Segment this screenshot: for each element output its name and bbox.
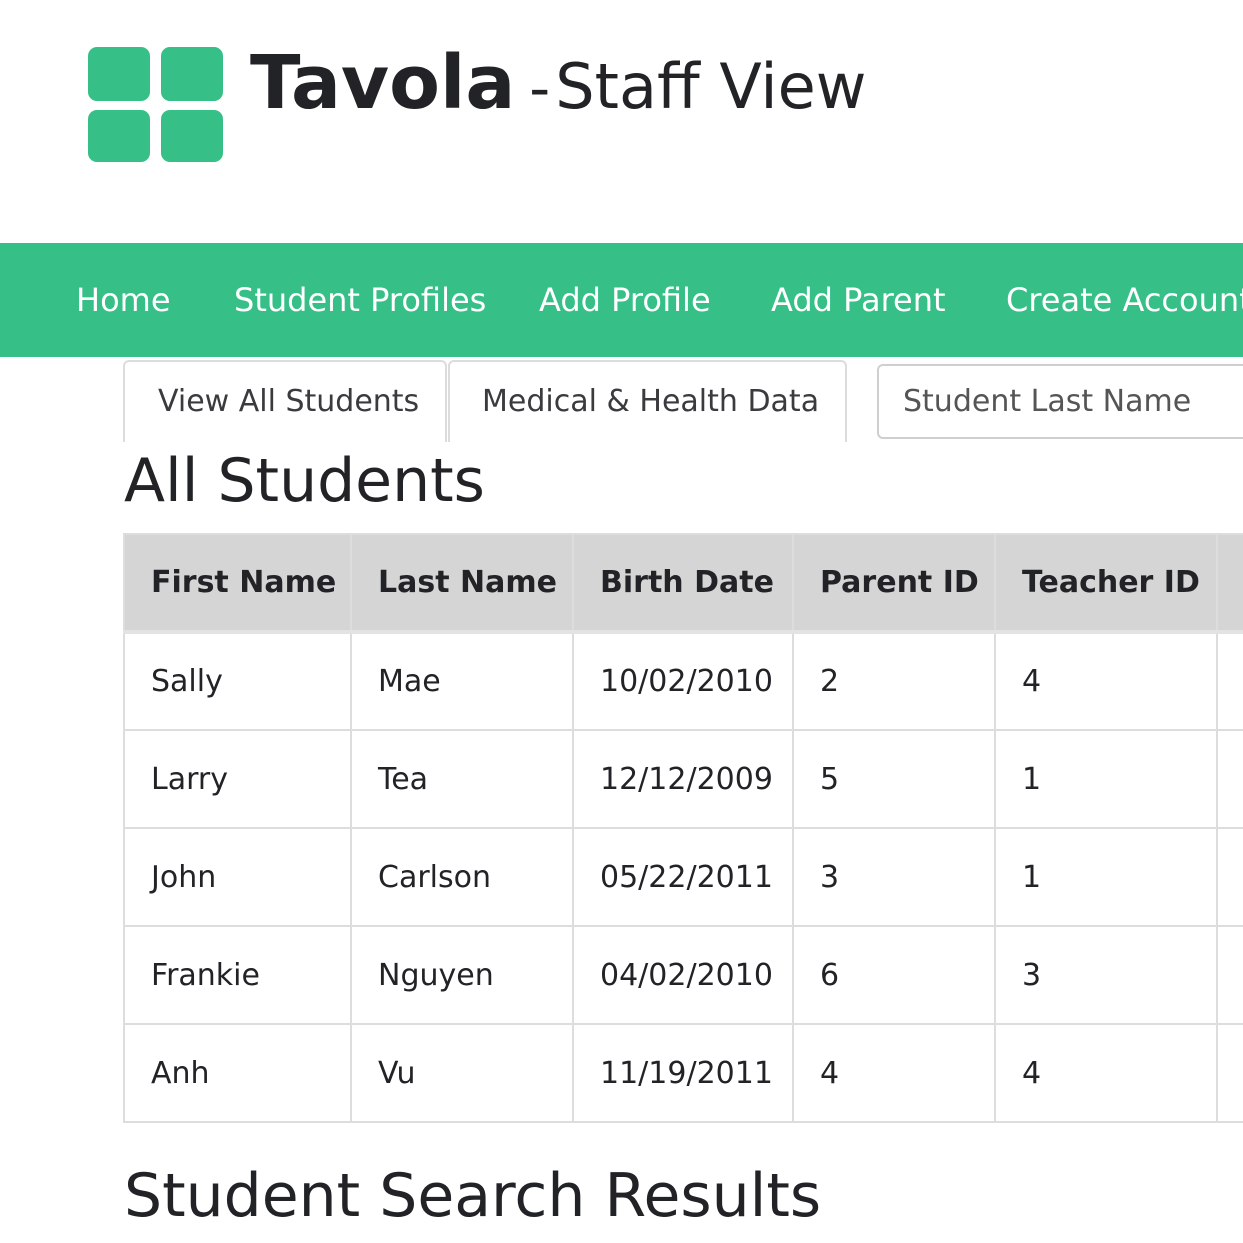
nav-add-profile[interactable]: Add Profile <box>539 243 711 357</box>
cell-truncated <box>1216 631 1243 731</box>
cell-parent-id: 2 <box>792 631 996 731</box>
column-header-truncated <box>1216 533 1243 634</box>
tab-medical-health-data[interactable]: Medical & Health Data <box>448 360 847 442</box>
cell-truncated <box>1216 729 1243 829</box>
column-header-birth-date[interactable]: Birth Date <box>572 533 794 634</box>
cell-teacher-id: 1 <box>994 729 1218 829</box>
table-row[interactable]: Frankie Nguyen 04/02/2010 6 3 <box>123 925 1243 1025</box>
cell-parent-id: 3 <box>792 827 996 927</box>
logo-tile <box>88 110 150 162</box>
cell-truncated <box>1216 827 1243 927</box>
all-students-heading: All Students <box>124 446 485 516</box>
logo-tile <box>161 110 223 162</box>
table-header-row: First Name Last Name Birth Date Parent I… <box>123 533 1243 634</box>
cell-last-name: Vu <box>350 1023 574 1123</box>
cell-last-name: Carlson <box>350 827 574 927</box>
column-header-teacher-id[interactable]: Teacher ID <box>994 533 1218 634</box>
cell-truncated <box>1216 1023 1243 1123</box>
column-header-first-name[interactable]: First Name <box>123 533 352 634</box>
cell-teacher-id: 1 <box>994 827 1218 927</box>
table-row[interactable]: Larry Tea 12/12/2009 5 1 <box>123 729 1243 829</box>
nav-create-account[interactable]: Create Account <box>1006 243 1243 357</box>
cell-teacher-id: 3 <box>994 925 1218 1025</box>
cell-birth-date: 11/19/2011 <box>572 1023 794 1123</box>
cell-parent-id: 4 <box>792 1023 996 1123</box>
logo-tile <box>161 47 223 101</box>
students-table-container: First Name Last Name Birth Date Parent I… <box>123 533 1243 1125</box>
nav-add-parent[interactable]: Add Parent <box>771 243 946 357</box>
cell-first-name: Sally <box>123 631 352 731</box>
cell-birth-date: 12/12/2009 <box>572 729 794 829</box>
cell-last-name: Mae <box>350 631 574 731</box>
nav-student-profiles[interactable]: Student Profiles <box>234 243 486 357</box>
cell-birth-date: 10/02/2010 <box>572 631 794 731</box>
student-last-name-search-input[interactable] <box>877 364 1243 439</box>
cell-first-name: Frankie <box>123 925 352 1025</box>
cell-birth-date: 04/02/2010 <box>572 925 794 1025</box>
cell-birth-date: 05/22/2011 <box>572 827 794 927</box>
main-nav: Home Student Profiles Add Profile Add Pa… <box>0 243 1243 357</box>
cell-first-name: Larry <box>123 729 352 829</box>
cell-last-name: Nguyen <box>350 925 574 1025</box>
cell-parent-id: 6 <box>792 925 996 1025</box>
grid-logo-icon <box>88 47 224 162</box>
title-separator: - <box>529 54 551 122</box>
staff-view-page: Tavola - Staff View Home Student Profiles… <box>0 0 1243 1243</box>
table-row[interactable]: John Carlson 05/22/2011 3 1 <box>123 827 1243 927</box>
tab-view-all-students[interactable]: View All Students <box>123 360 447 442</box>
cell-last-name: Tea <box>350 729 574 829</box>
cell-first-name: John <box>123 827 352 927</box>
student-search-results-heading: Student Search Results <box>124 1161 822 1231</box>
cell-truncated <box>1216 925 1243 1025</box>
view-name: Staff View <box>555 50 867 123</box>
cell-parent-id: 5 <box>792 729 996 829</box>
cell-teacher-id: 4 <box>994 1023 1218 1123</box>
table-row[interactable]: Anh Vu 11/19/2011 4 4 <box>123 1023 1243 1123</box>
app-name: Tavola <box>250 40 516 126</box>
nav-home[interactable]: Home <box>76 243 171 357</box>
cell-first-name: Anh <box>123 1023 352 1123</box>
column-header-last-name[interactable]: Last Name <box>350 533 574 634</box>
column-header-parent-id[interactable]: Parent ID <box>792 533 996 634</box>
logo-tile <box>88 47 150 101</box>
cell-teacher-id: 4 <box>994 631 1218 731</box>
app-title: Tavola - Staff View <box>250 46 867 120</box>
table-row[interactable]: Sally Mae 10/02/2010 2 4 <box>123 631 1243 731</box>
students-table: First Name Last Name Birth Date Parent I… <box>123 533 1243 1123</box>
